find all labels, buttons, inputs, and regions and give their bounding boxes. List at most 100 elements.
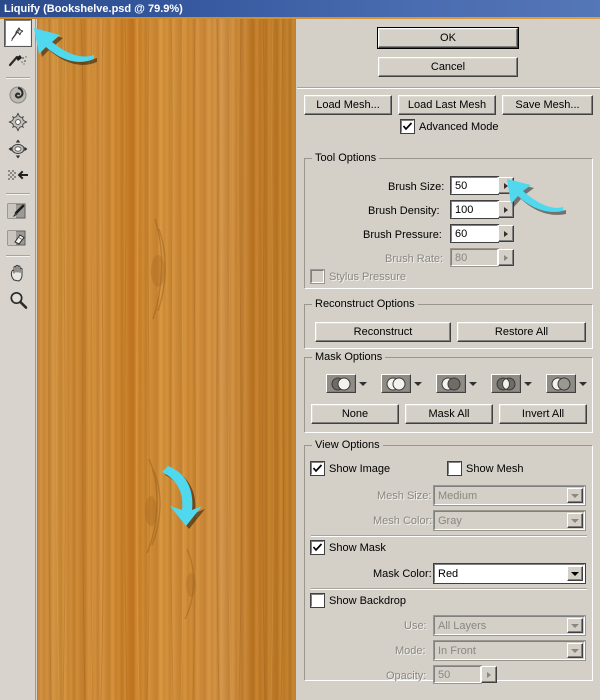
brush-density-popup-arrow[interactable] — [498, 201, 514, 218]
tool-forward-warp[interactable] — [3, 19, 32, 47]
tool-hand[interactable] — [5, 260, 31, 286]
mask-mode-subtract-from-selection-icon — [436, 374, 466, 393]
brush-rate-stepper: 80 — [450, 248, 514, 267]
tool-freeze-mask[interactable] — [5, 198, 31, 224]
load-last-mesh-button[interactable]: Load Last Mesh — [398, 95, 496, 115]
mask-color-label: Mask Color: — [373, 568, 432, 580]
show-backdrop-row[interactable]: Show Backdrop — [310, 593, 407, 608]
pucker-icon — [8, 112, 27, 132]
advanced-mode-row[interactable]: Advanced Mode — [400, 119, 499, 134]
load-mesh-button[interactable]: Load Mesh... — [304, 95, 392, 115]
brush-size-stepper[interactable]: 50 — [450, 176, 514, 195]
restore-all-button[interactable]: Restore All — [457, 322, 586, 342]
tool-twirl-clockwise[interactable] — [5, 82, 31, 108]
mask-mode-add-caret-icon[interactable] — [414, 381, 422, 386]
mask-mode-invert-selection-icon — [546, 374, 576, 393]
save-mesh-button[interactable]: Save Mesh... — [502, 95, 593, 115]
brush-pressure-stepper[interactable]: 60 — [450, 224, 514, 243]
show-mask-label: Show Mask — [329, 541, 386, 554]
brush-density-input[interactable]: 100 — [450, 200, 499, 219]
mask-mode-subtract-caret-icon[interactable] — [469, 381, 477, 386]
reconstruct-button[interactable]: Reconstruct — [315, 322, 451, 342]
tool-bloat[interactable] — [5, 136, 31, 162]
brush-rate-input: 80 — [450, 248, 499, 267]
backdrop-use-label: Use: — [404, 620, 427, 632]
show-backdrop-checkbox[interactable] — [310, 593, 325, 608]
show-image-row[interactable]: Show Image — [310, 461, 391, 476]
zoom-magnifier-icon — [9, 291, 27, 309]
venn-subtract-icon — [441, 377, 461, 390]
mask-all-button[interactable]: Mask All — [405, 404, 493, 424]
cancel-button[interactable]: Cancel — [378, 57, 518, 77]
mask-mode-replace-caret-icon[interactable] — [359, 381, 367, 386]
tool-options-group: Tool Options Brush Size: 50 Brush Densit… — [304, 152, 593, 289]
liquify-dialog: Liquify (Bookshelve.psd @ 79.9%) OK Canc… — [0, 0, 600, 700]
chevron-down-icon — [567, 488, 583, 503]
backdrop-use-value: All Layers — [438, 619, 487, 632]
brush-size-popup-arrow[interactable] — [498, 177, 514, 194]
brush-size-input[interactable]: 50 — [450, 176, 499, 195]
mask-color-value: Red — [438, 567, 459, 580]
backdrop-opacity-stepper: 50 — [433, 665, 497, 684]
brush-pressure-popup-arrow[interactable] — [498, 225, 514, 242]
show-mask-checkbox[interactable] — [310, 540, 325, 555]
mask-invert-all-label: Invert All — [521, 408, 565, 420]
mesh-size-select: Medium — [433, 485, 586, 506]
mesh-color-value: Gray — [438, 514, 462, 527]
chevron-down-icon — [567, 513, 583, 528]
tool-push-left[interactable] — [5, 163, 31, 189]
backdrop-opacity-input: 50 — [433, 665, 482, 684]
show-mask-row[interactable]: Show Mask — [310, 540, 386, 555]
tool-separator — [5, 77, 30, 79]
brush-pressure-input[interactable]: 60 — [450, 224, 499, 243]
hand-icon — [10, 264, 22, 282]
tool-reconstruct[interactable] — [5, 47, 31, 73]
show-backdrop-label: Show Backdrop — [329, 594, 407, 607]
mask-mode-intersect-with-selection[interactable] — [491, 374, 532, 393]
mask-mode-intersect-caret-icon[interactable] — [524, 381, 532, 386]
wood-grain-texture — [37, 19, 296, 700]
window-titlebar[interactable]: Liquify (Bookshelve.psd @ 79.9%) — [0, 0, 600, 17]
backdrop-use-select: All Layers — [433, 615, 586, 636]
venn-invert-icon — [551, 377, 571, 390]
stylus-pressure-checkbox — [310, 269, 325, 284]
brush-density-stepper[interactable]: 100 — [450, 200, 514, 219]
mask-mode-invert-selection[interactable] — [546, 374, 587, 393]
checkmark-icon — [313, 543, 322, 552]
options-panel: OK Cancel Load Mesh... Load Last Mesh Sa… — [297, 19, 600, 700]
brush-pressure-label: Brush Pressure: — [363, 229, 442, 241]
mesh-size-value: Medium — [438, 489, 478, 502]
view-options-group: View Options Show Image Show Mesh Mesh S… — [304, 439, 593, 684]
brush-rate-popup-arrow — [498, 249, 514, 266]
show-mesh-row[interactable]: Show Mesh — [447, 461, 523, 476]
reconstruct-options-group: Reconstruct Options Reconstruct Restore … — [304, 298, 593, 349]
chevron-down-icon[interactable] — [567, 566, 583, 581]
load-last-mesh-label: Load Last Mesh — [407, 99, 487, 111]
reconstruct-icon — [8, 55, 27, 67]
tool-thaw-mask[interactable] — [5, 225, 31, 251]
chevron-down-icon — [567, 618, 583, 633]
show-image-label: Show Image — [329, 462, 391, 475]
mask-mode-subtract-from-selection[interactable] — [436, 374, 477, 393]
mask-color-select[interactable]: Red — [433, 563, 586, 584]
ok-button[interactable]: OK — [377, 27, 519, 49]
show-mesh-checkbox[interactable] — [447, 461, 462, 476]
advanced-mode-checkbox[interactable] — [400, 119, 415, 134]
reconstruct-options-title: Reconstruct Options — [312, 298, 418, 310]
mesh-size-label: Mesh Size: — [377, 490, 432, 502]
view-options-title: View Options — [312, 439, 383, 451]
checkmark-icon — [313, 464, 322, 473]
mask-invert-all-button[interactable]: Invert All — [499, 404, 587, 424]
mask-mode-replace-selection[interactable] — [326, 374, 367, 393]
tool-zoom[interactable] — [5, 287, 31, 313]
advanced-mode-label: Advanced Mode — [419, 120, 499, 133]
image-preview-canvas[interactable] — [37, 19, 296, 700]
mask-mode-add-to-selection[interactable] — [381, 374, 422, 393]
mask-mode-intersect-with-selection-icon — [491, 374, 521, 393]
cancel-button-label: Cancel — [430, 61, 466, 73]
mask-mode-invert-caret-icon[interactable] — [579, 381, 587, 386]
show-image-checkbox[interactable] — [310, 461, 325, 476]
tool-pucker[interactable] — [5, 109, 31, 135]
mask-none-label: None — [341, 408, 369, 420]
mask-none-button[interactable]: None — [311, 404, 399, 424]
